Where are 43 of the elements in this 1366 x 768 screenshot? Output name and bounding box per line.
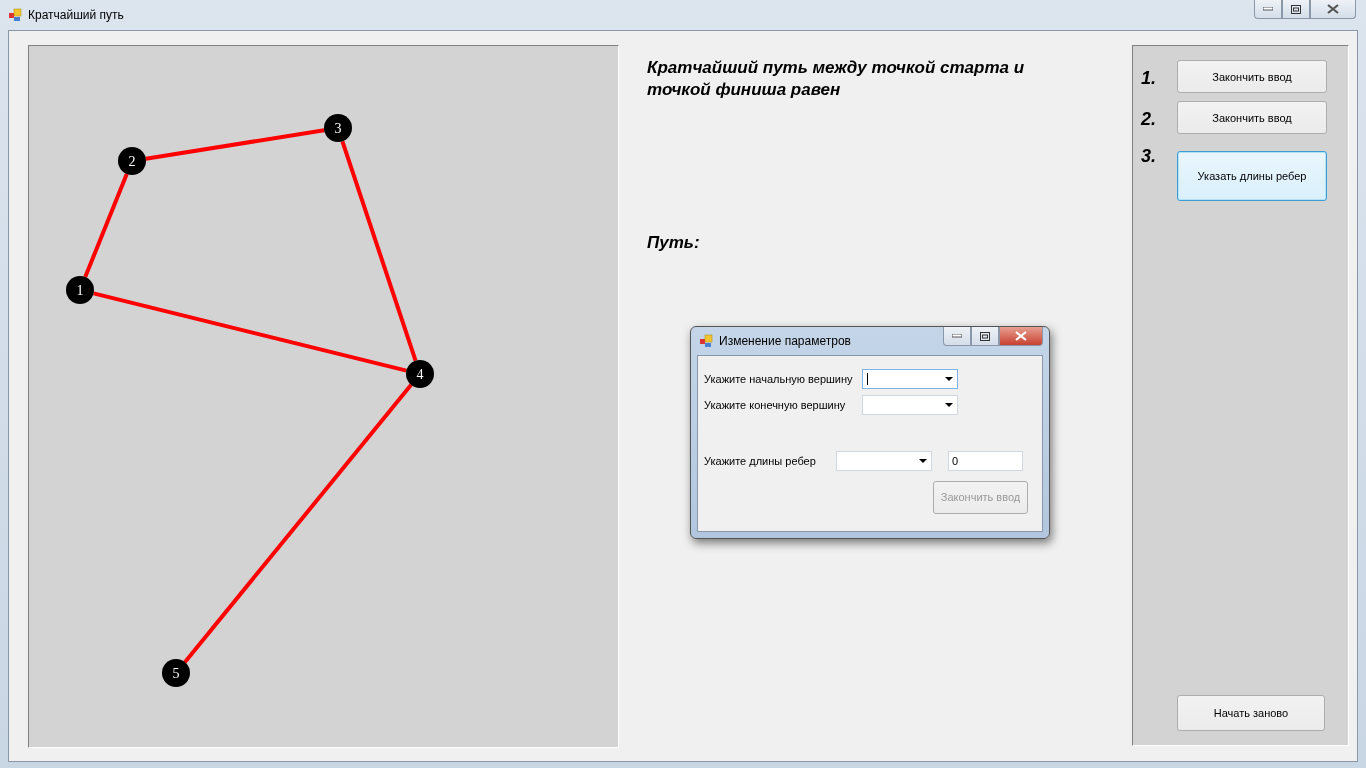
- field-label: Укажите длины ребер: [704, 455, 817, 467]
- graph-node: [162, 659, 190, 687]
- start-vertex-dropdown[interactable]: [862, 369, 958, 389]
- close-icon: [1015, 331, 1027, 341]
- maximize-button[interactable]: [971, 327, 999, 346]
- close-button[interactable]: [1310, 0, 1356, 19]
- caret-icon: [919, 459, 927, 463]
- step-button[interactable]: Закончить ввод: [1177, 60, 1327, 93]
- app-icon: [699, 334, 713, 348]
- node-label: 2: [128, 154, 136, 169]
- window-title: Кратчайший путь: [28, 8, 124, 22]
- step-button[interactable]: Закончить ввод: [1177, 101, 1327, 134]
- caret-icon: [945, 403, 953, 407]
- step-number: 1.: [1141, 68, 1157, 89]
- node-label: 5: [172, 666, 180, 681]
- field-label: Укажите конечную вершину: [704, 399, 847, 411]
- graph-node: [118, 147, 146, 175]
- path-label: Путь:: [647, 233, 701, 253]
- node-label: 1: [76, 283, 84, 298]
- step-number: 2.: [1141, 109, 1157, 130]
- minimize-icon: [1263, 7, 1273, 11]
- graph-node: [406, 360, 434, 388]
- node-label: 4: [416, 367, 424, 382]
- close-icon: [1327, 4, 1339, 14]
- step-button[interactable]: Указать длины ребер: [1177, 151, 1327, 201]
- maximize-icon: [980, 331, 990, 341]
- dialog-title: Изменение параметров: [719, 334, 851, 348]
- edge-dropdown[interactable]: [836, 451, 932, 471]
- result-heading: Кратчайший путь между точкой старта и точкой финиша равен: [647, 57, 1026, 101]
- close-button[interactable]: [999, 327, 1043, 346]
- graph-node: [66, 276, 94, 304]
- maximize-icon: [1291, 4, 1301, 14]
- minimize-icon: [952, 334, 962, 338]
- length-input[interactable]: 0: [948, 451, 1023, 471]
- step-number: 3.: [1141, 146, 1157, 167]
- maximize-button[interactable]: [1282, 0, 1310, 19]
- field-label: Укажите начальную вершину: [704, 373, 854, 385]
- end-vertex-dropdown[interactable]: [862, 395, 958, 415]
- caret-icon: [945, 377, 953, 381]
- graph-node: [324, 114, 352, 142]
- app-icon: [8, 8, 22, 22]
- node-label: 3: [334, 121, 342, 136]
- restart-button[interactable]: Начать заново: [1177, 695, 1325, 731]
